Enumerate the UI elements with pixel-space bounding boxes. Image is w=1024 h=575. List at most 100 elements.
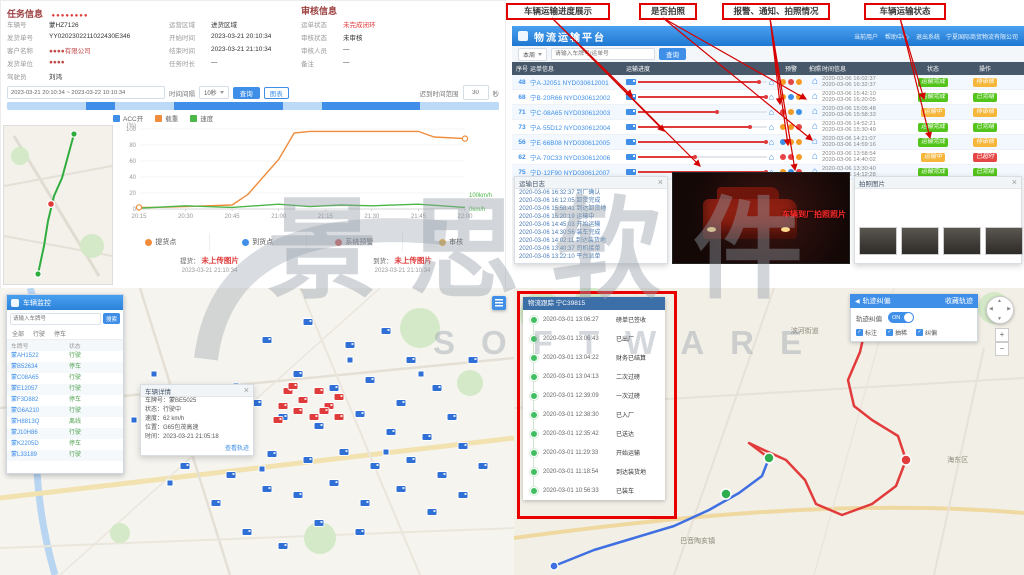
photo-thumbnail[interactable] [943, 227, 981, 255]
vehicle-marker-online[interactable] [386, 429, 395, 435]
vehicle-plate[interactable]: 蒙E12057 [11, 384, 69, 395]
plate-search-input[interactable] [551, 48, 655, 60]
track-option-checkbox[interactable]: ✓ 抽稀 [886, 328, 907, 337]
track-option-checkbox[interactable]: ✓ 标注 [856, 328, 877, 337]
vehicle-marker-online[interactable] [407, 457, 416, 463]
alarm-dot-icon[interactable] [780, 124, 786, 130]
vehicle-marker-online[interactable] [330, 385, 339, 391]
vehicle-marker-alarm[interactable] [319, 408, 328, 414]
operation-badge[interactable]: 已完结 [973, 123, 997, 132]
chart-view-button[interactable]: 图表 [264, 87, 289, 99]
vehicle-marker-online[interactable] [268, 451, 277, 457]
acc-segment[interactable] [115, 102, 174, 110]
waybill-row[interactable]: 71 宁C·08A65 NYD030612003 ⌂ ⌂ 2020-03 [512, 105, 1024, 120]
checkpoint-tab[interactable]: 审核 [403, 233, 499, 251]
operation-badge[interactable]: 待审核 [973, 138, 997, 147]
photo-thumbnail[interactable] [985, 227, 1023, 255]
timeline-event[interactable]: 2020-03-01 12:39:09 一次过磅 [523, 386, 665, 405]
vehicle-marker-online[interactable] [263, 337, 272, 343]
notify-dot-icon[interactable] [788, 124, 794, 130]
depot-marker[interactable] [130, 417, 137, 424]
vehicle-marker-online[interactable] [427, 509, 436, 515]
vehicle-plate[interactable]: 蒙B52634 [11, 362, 69, 373]
close-icon[interactable]: × [658, 178, 663, 187]
vehicle-row[interactable]: 蒙L33189 行驶 [7, 450, 123, 461]
vehicle-marker-alarm[interactable] [294, 408, 303, 414]
notify-dot-icon[interactable] [788, 109, 794, 115]
vehicle-plate[interactable]: 蒙K2205D [11, 439, 69, 450]
vehicle-filter-tab[interactable]: 停车 [54, 329, 66, 338]
vehicle-marker-alarm[interactable] [335, 394, 344, 400]
vehicle-marker-online[interactable] [314, 520, 323, 526]
depot-marker[interactable] [166, 480, 173, 487]
vehicle-marker-online[interactable] [381, 328, 390, 334]
vehicle-row[interactable]: 蒙C08A65 行驶 [7, 373, 123, 384]
photo-dot-icon[interactable] [796, 109, 802, 115]
waybill-link[interactable]: 宁A·70C33 NYD030612006 [530, 152, 626, 162]
waybill-link[interactable]: 宁E·66B08 NYD030612005 [530, 137, 626, 147]
late-threshold-input[interactable] [463, 85, 489, 100]
notify-dot-icon[interactable] [788, 154, 794, 160]
vehicle-marker-online[interactable] [340, 449, 349, 455]
vehicle-marker-online[interactable] [355, 411, 364, 417]
depot-marker[interactable] [382, 448, 389, 455]
vehicle-marker-online[interactable] [407, 357, 416, 363]
alarm-dot-icon[interactable] [780, 109, 786, 115]
photo-dot-icon[interactable] [796, 139, 802, 145]
waybill-link[interactable]: 宁B·20R66 NYD030612002 [530, 92, 626, 102]
vehicle-marker-online[interactable] [458, 443, 467, 449]
vehicle-marker-online[interactable] [227, 472, 236, 478]
vehicle-marker-online[interactable] [422, 434, 431, 440]
vehicle-marker-alarm[interactable] [273, 417, 282, 423]
period-select[interactable]: 本周 [518, 48, 547, 61]
truck-photo[interactable]: 车辆到厂拍照照片 [672, 172, 850, 264]
waybill-link[interactable]: 宁C·08A65 NYD030612003 [530, 107, 626, 117]
vehicle-marker-alarm[interactable] [314, 388, 323, 394]
vehicle-plate[interactable]: 蒙F3D882 [11, 395, 69, 406]
timeline-event[interactable]: 2020-03-01 12:35:42 已送达 [523, 424, 665, 443]
vehicle-marker-online[interactable] [396, 400, 405, 406]
operation-badge[interactable]: 待审核 [973, 108, 997, 117]
acc-timeline-bar[interactable] [7, 102, 499, 110]
vehicle-marker-online[interactable] [330, 480, 339, 486]
correction-toggle[interactable]: ON [888, 312, 914, 323]
header-link[interactable]: 退出系统 [916, 32, 940, 41]
vehicle-marker-alarm[interactable] [335, 414, 344, 420]
track-option-checkbox[interactable]: ✓ 纠偏 [916, 328, 937, 337]
vehicle-marker-alarm[interactable] [309, 414, 318, 420]
notify-dot-icon[interactable] [788, 79, 794, 85]
depot-marker[interactable] [151, 371, 158, 378]
vehicle-filter-tab[interactable]: 全部 [12, 329, 24, 338]
depot-marker[interactable] [346, 356, 353, 363]
close-icon[interactable]: × [1012, 178, 1017, 187]
vehicle-plate[interactable]: 蒙L33189 [11, 450, 69, 461]
vehicle-marker-online[interactable] [211, 500, 220, 506]
vehicle-marker-online[interactable] [304, 319, 313, 325]
vehicle-search-button[interactable]: 搜索 [103, 313, 120, 324]
timeline-event[interactable]: 2020-03-01 10:56:33 已装车 [523, 481, 665, 500]
vehicle-marker-online[interactable] [468, 357, 477, 363]
map-layer-button[interactable] [492, 296, 506, 310]
acc-segment[interactable] [283, 102, 322, 110]
depot-marker[interactable] [259, 465, 266, 472]
vehicle-marker-online[interactable] [366, 377, 375, 383]
vehicle-marker-online[interactable] [294, 371, 303, 377]
vehicle-marker-online[interactable] [396, 486, 405, 492]
operation-badge[interactable]: 已超时 [973, 153, 997, 162]
waybill-row[interactable]: 48 宁A·J2051 NYD030612001 ⌂ ⌂ 2020-03 [512, 75, 1024, 90]
timeline-event[interactable]: 2020-03-01 13:06:27 磅单已签收 [523, 310, 665, 329]
waybill-row[interactable]: 62 宁A·70C33 NYD030612006 ⌂ ⌂ 2020-03 [512, 150, 1024, 165]
photo-dot-icon[interactable] [796, 124, 802, 130]
alarm-dot-icon[interactable] [780, 139, 786, 145]
vehicle-marker-online[interactable] [360, 500, 369, 506]
query-button[interactable]: 查询 [233, 87, 260, 99]
pan-down-icon[interactable]: ▼ [997, 316, 1002, 322]
vehicle-marker-alarm[interactable] [278, 403, 287, 409]
pan-left-icon[interactable]: ◀ [989, 306, 993, 312]
timeline-event[interactable]: 2020-03-01 11:29:33 开始运输 [523, 443, 665, 462]
vehicle-row[interactable]: 蒙E12057 行驶 [7, 384, 123, 395]
waybill-row[interactable]: 68 宁B·20R66 NYD030612002 ⌂ ⌂ 2020-03 [512, 90, 1024, 105]
acc-segment[interactable] [174, 102, 282, 110]
acc-segment[interactable] [7, 102, 86, 110]
vehicle-marker-online[interactable] [432, 385, 441, 391]
